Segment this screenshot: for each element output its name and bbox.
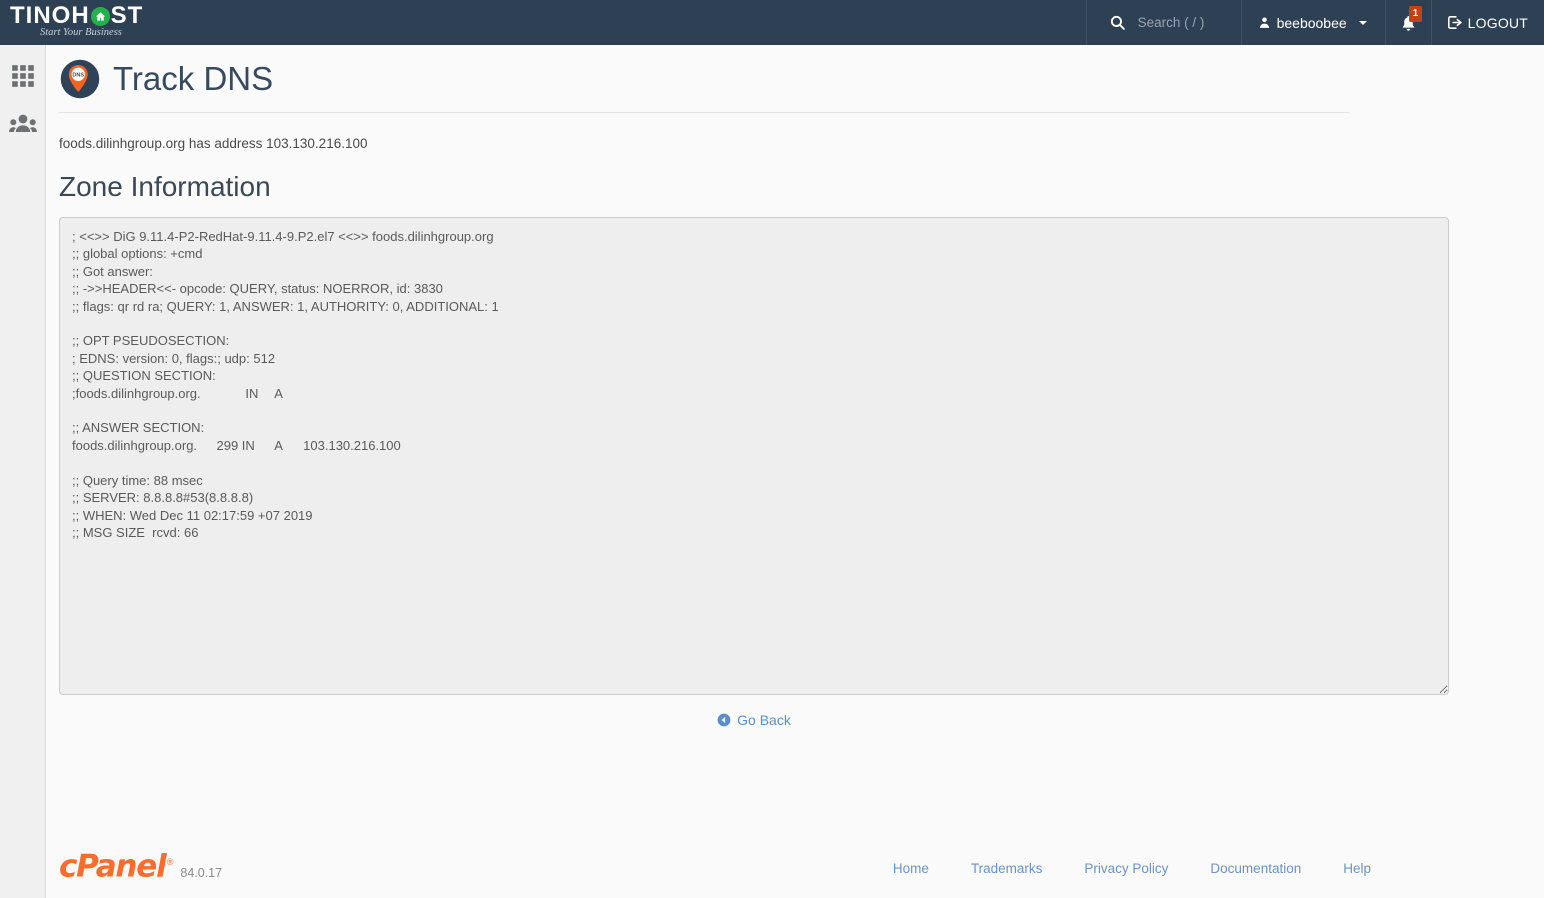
- search-box[interactable]: [1085, 0, 1241, 45]
- page-header: DNS Track DNS: [59, 45, 1349, 113]
- brand-text-right: ST: [110, 2, 144, 29]
- search-input[interactable]: [1137, 15, 1238, 30]
- left-sidebar: [0, 45, 46, 898]
- address-result-line: foods.dilinhgroup.org has address 103.13…: [59, 136, 368, 151]
- apps-grid-icon: [10, 63, 36, 94]
- notifications-button[interactable]: 1: [1384, 0, 1431, 45]
- footer-link-trademarks[interactable]: Trademarks: [971, 861, 1043, 876]
- footer-link-help[interactable]: Help: [1343, 861, 1371, 876]
- brand-name: TINOH ST: [10, 2, 178, 29]
- user-icon: [1258, 15, 1271, 30]
- search-icon: [1109, 14, 1126, 31]
- svg-text:DNS: DNS: [72, 73, 84, 79]
- logout-label: LOGOUT: [1467, 14, 1528, 31]
- arrow-left-circle-icon: [717, 713, 731, 727]
- footer-links: Home Trademarks Privacy Policy Documenta…: [851, 861, 1371, 876]
- chevron-down-icon: [1358, 20, 1367, 25]
- go-back-link[interactable]: Go Back: [717, 712, 791, 728]
- brand-tagline: Start Your Business: [40, 27, 122, 38]
- sidebar-item-user-manager[interactable]: [0, 102, 45, 149]
- brand-text-left: TINOH: [10, 2, 90, 29]
- cpanel-logo: cPanel® 84.0.17: [59, 848, 222, 887]
- footer-link-documentation[interactable]: Documentation: [1210, 861, 1301, 876]
- dns-pin-icon: DNS: [59, 58, 101, 100]
- header-spacer: [178, 0, 1086, 45]
- page-footer: cPanel® 84.0.17 Home Trademarks Privacy P…: [47, 838, 1544, 898]
- users-group-icon: [8, 111, 37, 140]
- footer-link-privacy-policy[interactable]: Privacy Policy: [1084, 861, 1168, 876]
- notification-count-badge: 1: [1408, 5, 1423, 22]
- user-menu[interactable]: beeboobee: [1240, 0, 1385, 45]
- zone-information-title: Zone Information: [59, 171, 271, 202]
- zone-information-textarea[interactable]: ; <<>> DiG 9.11.4-P2-RedHat-9.11.4-9.P2.…: [59, 217, 1449, 695]
- go-back-row: Go Back: [59, 712, 1449, 728]
- main-content: DNS Track DNS foods.dilinhgroup.org has …: [47, 45, 1544, 898]
- brand-logo[interactable]: TINOH ST Start Your Business: [0, 0, 178, 45]
- bell-icon: 1: [1400, 5, 1423, 32]
- user-name: beeboobee: [1276, 14, 1347, 31]
- logout-icon: [1446, 14, 1463, 31]
- sidebar-item-apps[interactable]: [0, 55, 45, 102]
- top-header-bar: TINOH ST Start Your Business beeboobee: [0, 0, 1544, 45]
- footer-link-home[interactable]: Home: [893, 861, 929, 876]
- cpanel-version: 84.0.17: [180, 865, 223, 880]
- page-title: Track DNS: [113, 60, 274, 97]
- cpanel-logo-text: cPanel: [59, 848, 167, 885]
- house-icon: [90, 7, 110, 26]
- zone-output-wrapper: ; <<>> DiG 9.11.4-P2-RedHat-9.11.4-9.P2.…: [59, 217, 1544, 695]
- go-back-label: Go Back: [737, 712, 791, 728]
- registered-mark: ®: [165, 858, 175, 869]
- logout-button[interactable]: LOGOUT: [1430, 0, 1544, 45]
